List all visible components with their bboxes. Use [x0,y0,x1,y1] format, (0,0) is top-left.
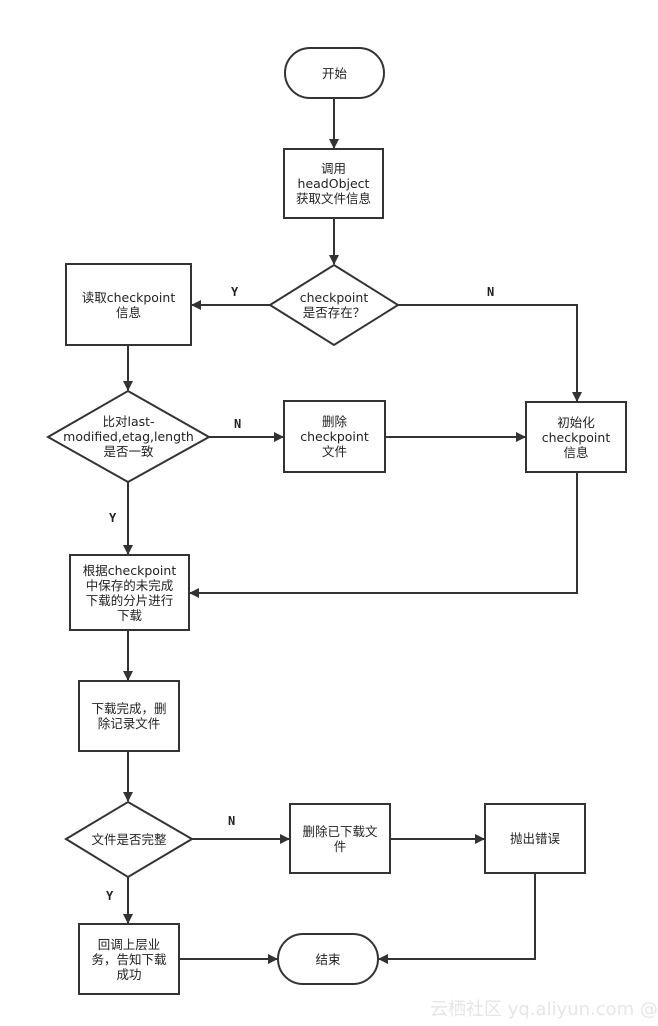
edge-no-init [398,304,582,402]
label-line: checkpoint [300,429,369,444]
callback-label: 回调上层业 务，告知下载 成功 [79,924,179,994]
file-complete-label: 文件是否完整 [66,802,192,877]
label-line: 下载的分片进行 [85,592,174,608]
flowchart: 开始 调用 headObject 获取文件信息 checkpoint 是否存在？ 读取… [0,0,658,1026]
no-label: N [234,417,242,431]
label-line: 文件是否完整 [91,832,167,847]
label-line: 删除已下载文 [302,823,378,839]
delete-file-label: 删除已下载文件 [290,804,390,873]
no-label: N [228,814,236,828]
download-label: 根据checkpoint 中保存的未完成 下载的分片进行 下载 [70,555,189,630]
throw-error-label: 抛出错误 [485,804,585,873]
end-label: 结束 [278,934,378,984]
label-line: 读取checkpoint [81,289,176,305]
watermark: 云栖社区 yq.aliyun.com @51CTO博客 [430,999,658,1020]
no-label: N [487,285,495,299]
label-line: 务，告知下载 [91,951,167,967]
label-line: 比对last- [102,414,155,429]
label-line: 信息 [115,304,141,320]
label-line: 是否存在？ [302,305,366,320]
yes-label: Y [106,889,114,903]
label-line: headObject [297,176,370,191]
edge-init-download [189,472,578,598]
label-line: 调用 [320,161,346,176]
yes-label: Y [231,285,239,299]
download-done-label: 下载完成，删 除记录文件 [79,681,179,751]
head-object-label: 调用 headObject 获取文件信息 [284,149,383,218]
label-line: 删除 [321,414,347,429]
label-line: 是否一致 [103,444,154,459]
label-line: 信息 [563,444,589,460]
init-checkpoint-label: 初始化 checkpoint 信息 [526,402,626,472]
label-line: 结束 [315,951,341,967]
edge-throw-end [378,873,536,964]
label-line: 除记录文件 [97,716,161,731]
read-checkpoint-label: 读取checkpoint 信息 [66,264,191,345]
yes-label: Y [109,511,117,525]
label-line: checkpoint [299,290,369,305]
label-line: 获取文件信息 [295,191,371,206]
label-line: 下载 [116,607,142,623]
label-line: 成功 [116,966,142,982]
label-line: 回调上层业 [97,936,161,952]
label-line: 中保存的未完成 [85,577,174,593]
label-line: 初始化 [557,414,595,430]
label-line: checkpoint [541,429,611,445]
label-line: 文件 [321,444,347,459]
checkpoint-exists-label: checkpoint 是否存在？ [270,265,398,345]
label-line: 件 [333,838,347,854]
compare-label: 比对last-modified,etag,length 是否一致 [48,391,209,482]
label-line: modified,etag,length [63,429,194,444]
label-line: 抛出错误 [509,831,560,846]
start-label: 开始 [285,48,384,98]
delete-checkpoint-label: 删除 checkpoint 文件 [284,401,385,472]
label-line: 开始 [321,65,347,81]
label-line: 根据checkpoint [82,562,177,578]
label-line: 下载完成，删 [91,701,167,716]
